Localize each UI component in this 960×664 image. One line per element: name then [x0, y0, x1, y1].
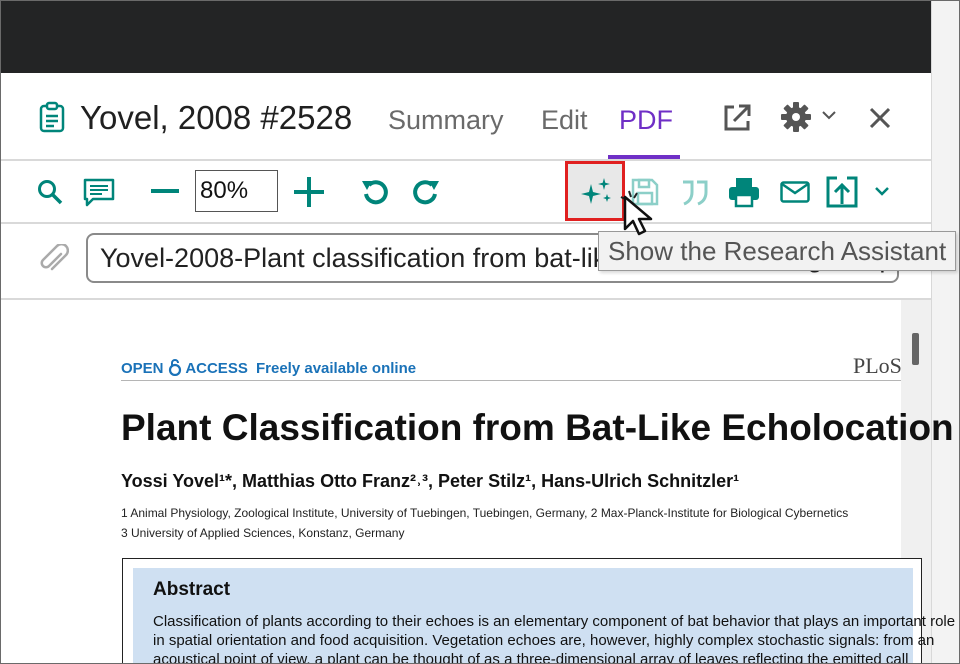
rotate-right-icon[interactable] — [411, 177, 441, 207]
clipboard-icon — [39, 101, 65, 133]
abstract-line: Classification of plants according to th… — [153, 613, 956, 630]
window-edge — [931, 1, 959, 663]
abstract-line: in spatial orientation and food acquisit… — [153, 632, 935, 649]
paper-authors: Yossi Yovel¹*, Matthias Otto Franz²˒³, P… — [121, 471, 740, 491]
scrollbar-thumb[interactable] — [912, 333, 919, 365]
zoom-in-icon[interactable] — [294, 177, 324, 207]
close-icon[interactable] — [867, 105, 893, 131]
affiliation-line: 3 University of Applied Sciences, Konsta… — [121, 526, 405, 540]
chevron-down-icon[interactable] — [874, 186, 890, 198]
chevron-down-icon[interactable] — [821, 110, 837, 122]
paper-title: Plant Classification from Bat-Like Echol… — [121, 407, 959, 448]
access-label: ACCESS — [185, 360, 248, 377]
abstract-heading: Abstract — [153, 579, 231, 600]
title-bar — [1, 1, 931, 73]
open-external-icon[interactable] — [721, 102, 753, 134]
gear-icon[interactable] — [779, 100, 813, 134]
paperclip-icon — [40, 244, 69, 271]
rotate-left-icon[interactable] — [360, 177, 390, 207]
affiliation-line: 1 Animal Physiology, Zoological Institut… — [121, 506, 849, 520]
open-label: OPEN — [121, 360, 164, 377]
tab-summary[interactable]: Summary — [388, 105, 504, 136]
comment-icon[interactable] — [82, 177, 116, 207]
print-icon[interactable] — [728, 176, 760, 208]
research-assistant-icon — [581, 178, 611, 204]
reference-title: Yovel, 2008 #2528 — [80, 99, 353, 136]
open-access-banner: OPEN ACCESS Freely available online — [121, 358, 416, 377]
email-icon[interactable] — [780, 181, 810, 203]
tab-edit[interactable]: Edit — [541, 105, 588, 136]
header-rule — [121, 380, 901, 381]
tab-pdf[interactable]: PDF — [619, 105, 673, 136]
mouse-cursor-icon — [620, 190, 653, 236]
zoom-out-icon[interactable] — [151, 189, 179, 195]
app-window: Yovel, 2008 #2528 Summary Edit PDF 80% Y… — [0, 0, 960, 664]
quote-icon[interactable] — [680, 178, 710, 206]
open-lock-icon — [168, 359, 181, 377]
share-icon[interactable] — [826, 176, 858, 208]
zoom-level-input[interactable]: 80% — [195, 170, 278, 212]
abstract-line: acoustical point of view, a plant can be… — [153, 651, 909, 664]
search-icon[interactable] — [37, 179, 63, 205]
freely-available-label: Freely available online — [256, 360, 417, 377]
journal-logo: PLoS — [853, 353, 902, 378]
active-tab-indicator — [608, 155, 680, 159]
